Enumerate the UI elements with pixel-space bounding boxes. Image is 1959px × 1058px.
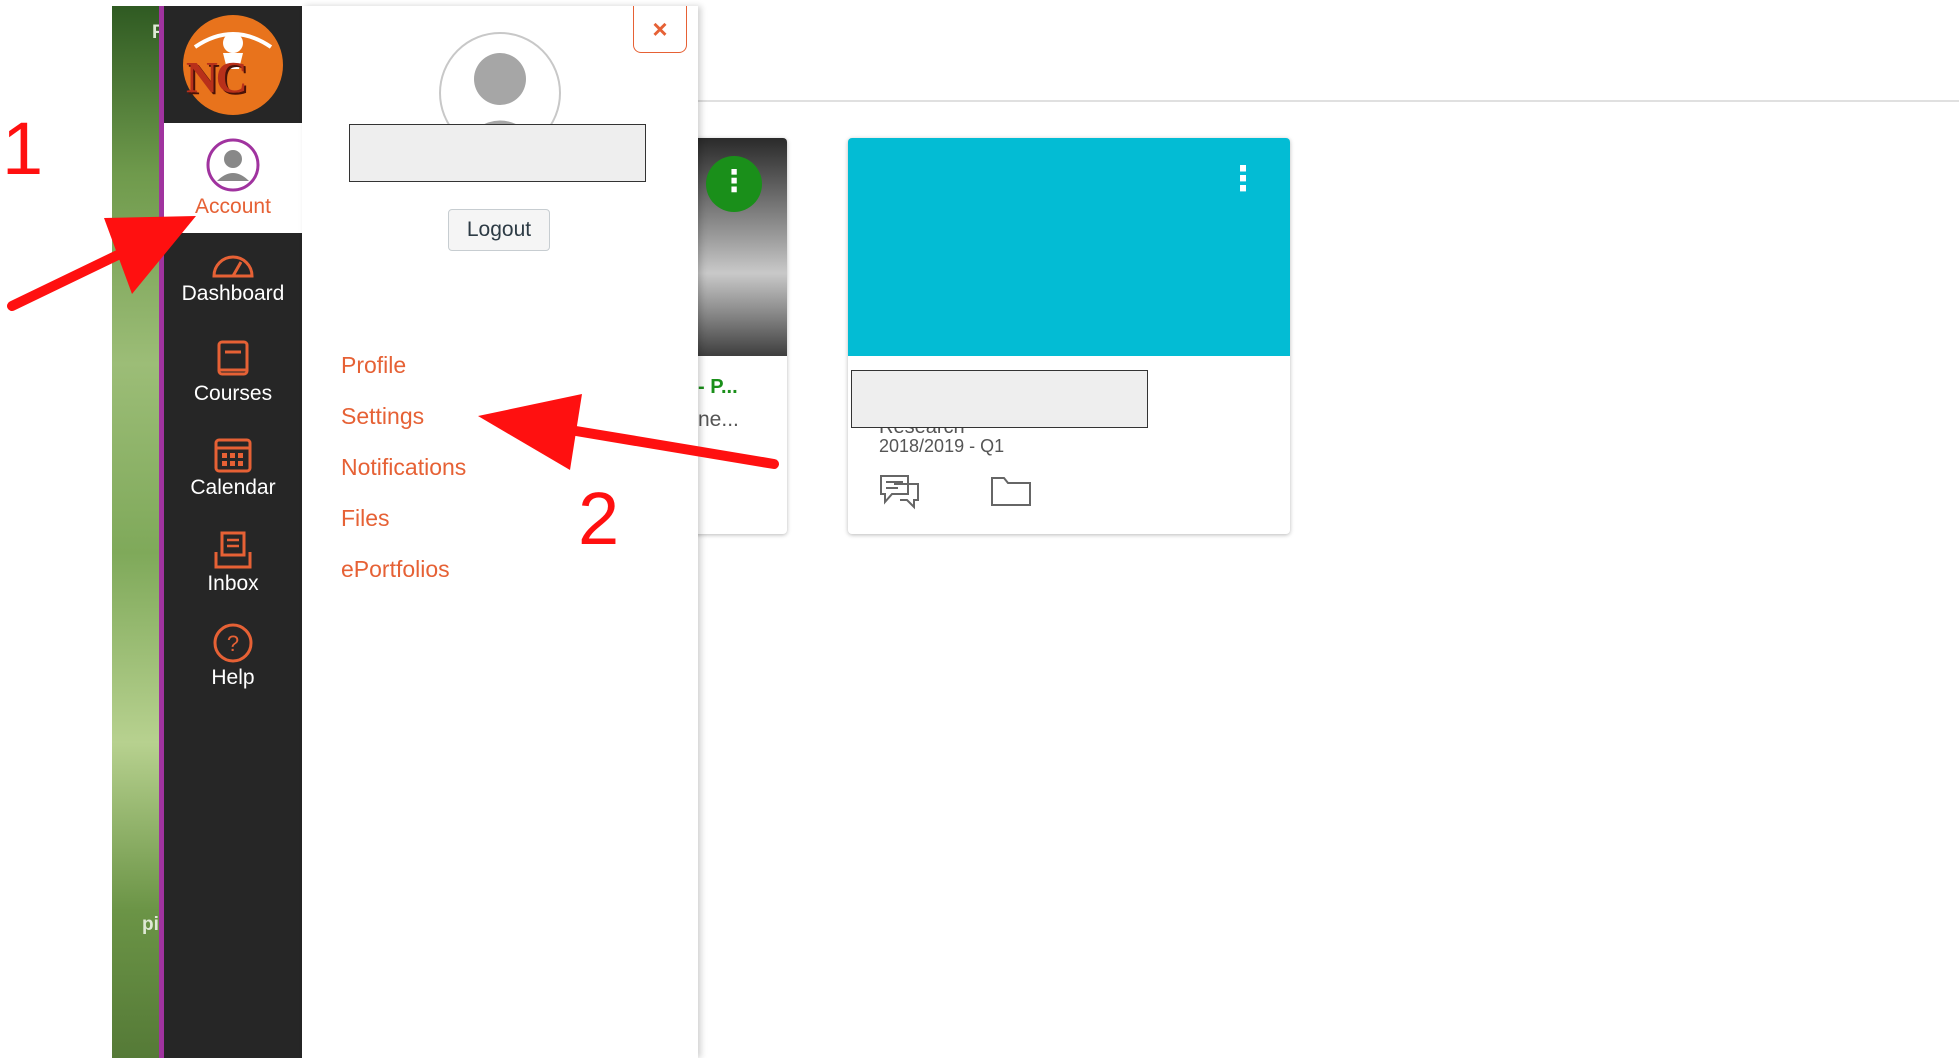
tray-link-notifications[interactable]: Notifications: [341, 454, 466, 481]
redacted-course-name: [851, 370, 1148, 428]
account-tray: × Logout Profile Settings Notifications …: [302, 6, 698, 1058]
course-card[interactable]: ⋮ Research 2018/2019 - Q1: [848, 138, 1290, 534]
avatar-icon: [206, 138, 260, 192]
logout-button[interactable]: Logout: [448, 209, 550, 251]
nav-inbox[interactable]: Inbox: [164, 530, 302, 596]
folder-icon[interactable]: [990, 472, 1032, 508]
logo-text: NC: [186, 53, 248, 102]
svg-text:?: ?: [227, 631, 239, 656]
nav-courses-label: Courses: [193, 382, 273, 405]
discussions-icon[interactable]: [878, 472, 922, 512]
background-photo: F pi: [112, 6, 164, 1058]
global-nav: NC Account Dashboard Courses Calendar In…: [164, 6, 302, 1058]
header-divider: [698, 100, 1959, 102]
nav-inbox-label: Inbox: [207, 572, 259, 595]
calendar-icon: [214, 438, 252, 473]
nav-help[interactable]: ? Help: [164, 622, 302, 690]
tray-link-profile[interactable]: Profile: [341, 352, 406, 379]
nav-calendar-label: Calendar: [190, 476, 276, 499]
tray-link-files[interactable]: Files: [341, 505, 390, 532]
nav-account-label: Account: [195, 195, 271, 218]
course-card-term: 2018/2019 - Q1: [879, 436, 1005, 456]
nav-calendar[interactable]: Calendar: [164, 434, 302, 500]
nav-help-label: Help: [211, 666, 255, 689]
courses-icon: [217, 340, 249, 376]
course-card-header[interactable]: [848, 138, 1290, 356]
redacted-user-name: [349, 124, 646, 182]
dashboard-icon: [212, 255, 254, 278]
annotation-arrow-2: [478, 394, 779, 470]
help-icon: ?: [213, 623, 253, 663]
background-letter: pi: [142, 914, 159, 935]
course-card-menu-button[interactable]: ⋮: [706, 156, 762, 212]
annotation-step-1: 1: [2, 107, 44, 190]
school-logo[interactable]: NC: [164, 6, 302, 123]
tray-link-settings[interactable]: Settings: [341, 403, 424, 430]
close-tray-button[interactable]: ×: [633, 6, 687, 53]
inbox-icon: [214, 531, 252, 569]
nav-courses[interactable]: Courses: [164, 340, 302, 406]
tray-link-eportfolios[interactable]: ePortfolios: [341, 556, 450, 583]
annotation-arrow-1: [7, 216, 196, 311]
course-card-menu-button[interactable]: ⋮: [1226, 162, 1260, 196]
annotation-step-2: 2: [578, 477, 620, 560]
